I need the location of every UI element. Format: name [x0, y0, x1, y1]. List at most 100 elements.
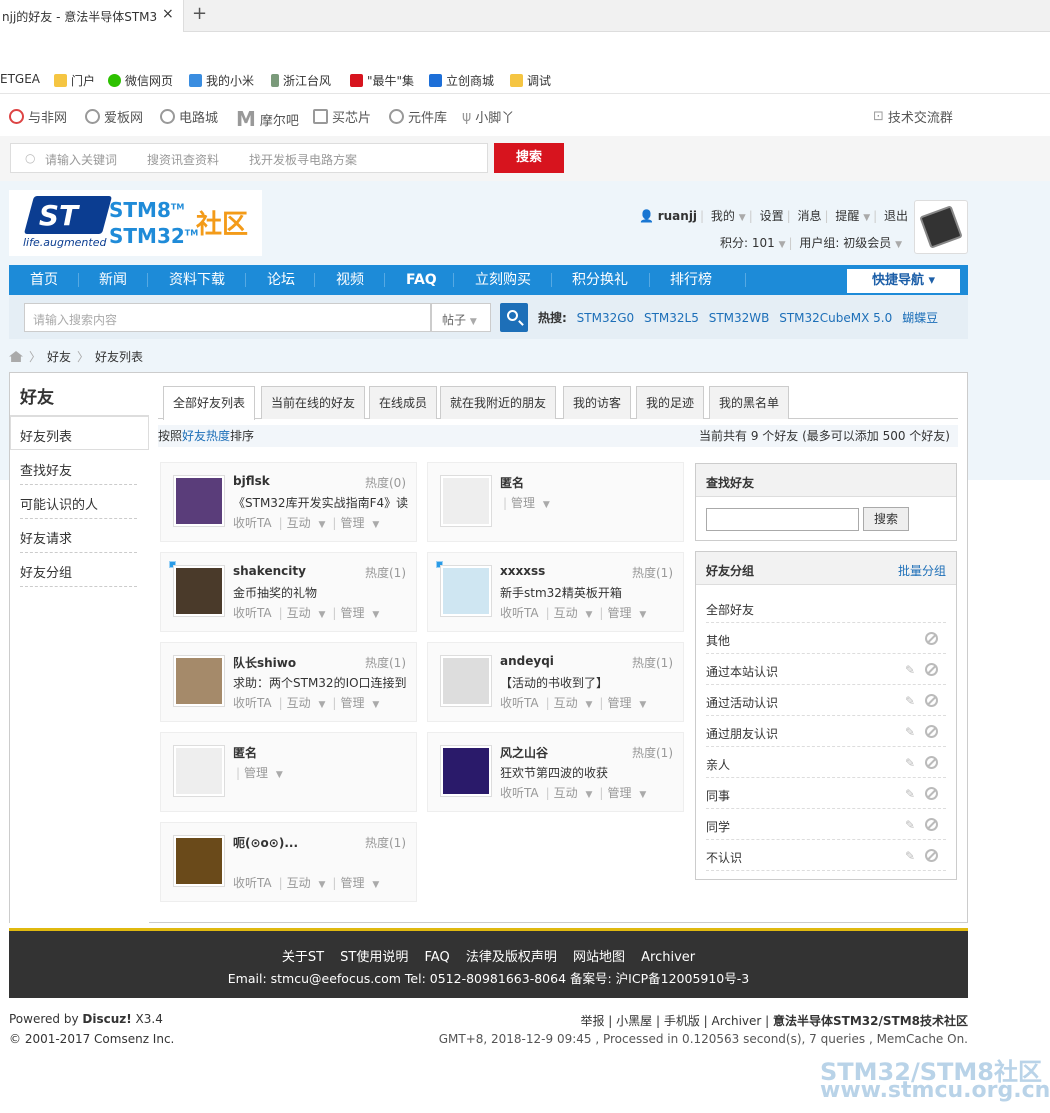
manage-menu[interactable]: 管理 [244, 766, 268, 780]
interact-menu[interactable]: 互动 [287, 876, 311, 890]
interact-menu[interactable]: 互动 [287, 696, 311, 710]
friend-name[interactable]: xxxxss [500, 564, 545, 578]
edit-icon[interactable]: ✎ [905, 756, 918, 770]
tab-online-members[interactable]: 在线成员 [369, 386, 438, 419]
friend-name[interactable]: 匿名 [233, 744, 257, 761]
nav-faq[interactable]: FAQ [406, 265, 437, 295]
ban-icon[interactable] [925, 725, 938, 738]
edit-icon[interactable]: ✎ [905, 725, 918, 739]
bookmark-item[interactable]: 我的小米 [189, 72, 254, 89]
side-find-friends[interactable]: 查找好友 [20, 451, 137, 485]
friend-name[interactable]: 匿名 [500, 474, 524, 491]
manage-menu[interactable]: 管理 [607, 786, 631, 800]
friend-avatar[interactable] [440, 655, 492, 707]
group-item[interactable]: 通过活动认识 ✎ [706, 685, 946, 716]
site-name-link[interactable]: 意法半导体STM32/STM8技术社区 [773, 1014, 968, 1028]
nav-ranking[interactable]: 排行榜 [670, 265, 712, 295]
hot-search-link[interactable]: STM32L5 [644, 311, 699, 325]
sitenav-item[interactable]: 买芯片 [313, 107, 371, 126]
edit-icon[interactable]: ✎ [905, 663, 918, 677]
bookmark-item[interactable]: 门户 [54, 72, 95, 89]
hot-search-link[interactable]: 蝴蝶豆 [902, 311, 938, 325]
friend-name[interactable]: shakencity [233, 564, 306, 578]
sitenav-item[interactable]: M 摩尔吧 [236, 107, 299, 131]
forum-search-input[interactable]: 请输入搜索内容 [24, 303, 431, 332]
username-link[interactable]: ruanjj [658, 209, 697, 223]
side-friend-groups[interactable]: 好友分组 [20, 553, 137, 587]
manage-menu[interactable]: 管理 [340, 696, 364, 710]
nav-buy[interactable]: 立刻购买 [475, 265, 531, 295]
nav-points-gift[interactable]: 积分换礼 [572, 265, 628, 295]
group-item[interactable]: 亲人 ✎ [706, 747, 946, 778]
points-menu[interactable]: 积分: 101 [720, 236, 775, 250]
footer-link[interactable]: 网站地图 [573, 950, 625, 965]
ban-icon[interactable] [925, 663, 938, 676]
find-friend-button[interactable]: 搜索 [863, 507, 909, 531]
search-button[interactable] [500, 303, 528, 332]
group-item[interactable]: 不认识 ✎ [706, 840, 946, 871]
friend-avatar[interactable] [173, 835, 225, 887]
follow-button[interactable]: 收听TA [500, 606, 539, 620]
sitenav-item[interactable]: 爱板网 [85, 107, 143, 126]
friend-avatar[interactable] [440, 745, 492, 797]
friend-status[interactable]: 金币抽奖的礼物 [233, 584, 409, 601]
find-friend-input[interactable] [706, 508, 859, 531]
logout-link[interactable]: 退出 [884, 209, 908, 223]
sitenav-item[interactable]: 电路城 [160, 107, 218, 126]
bookmark-item[interactable]: 浙江台风 [271, 72, 331, 89]
manage-menu[interactable]: 管理 [340, 606, 364, 620]
friend-avatar[interactable] [440, 475, 492, 527]
follow-button[interactable]: 收听TA [500, 786, 539, 800]
browser-tab[interactable]: njj的好友 - 意法半导体STM3 × [0, 0, 184, 32]
interact-menu[interactable]: 互动 [287, 516, 311, 530]
breadcrumb-friend-list[interactable]: 好友列表 [95, 348, 143, 365]
group-item[interactable]: 通过本站认识 ✎ [706, 654, 946, 685]
user-avatar[interactable] [914, 200, 968, 254]
group-item[interactable]: 通过朋友认识 ✎ [706, 716, 946, 747]
edit-icon[interactable]: ✎ [905, 787, 918, 801]
site-logo[interactable]: ST life.augmented STM8TM STM32TM 社区 [9, 190, 262, 256]
friend-name[interactable]: 队长shiwo [233, 654, 296, 671]
follow-button[interactable]: 收听TA [233, 696, 272, 710]
tab-nearby[interactable]: 就在我附近的朋友 [440, 386, 557, 419]
hot-search-link[interactable]: STM32G0 [577, 311, 635, 325]
interact-menu[interactable]: 互动 [287, 606, 311, 620]
portal-search-button[interactable]: 搜索 [494, 143, 564, 173]
follow-button[interactable]: 收听TA [500, 696, 539, 710]
friend-name[interactable]: 呃(⊙o⊙)... [233, 834, 298, 851]
breadcrumb-friends[interactable]: 好友 [47, 348, 71, 365]
messages-link[interactable]: 消息 [797, 209, 821, 223]
friend-avatar[interactable] [173, 655, 225, 707]
friend-avatar[interactable] [173, 565, 225, 617]
edit-icon[interactable]: ✎ [905, 849, 918, 863]
footer-link[interactable]: FAQ [425, 950, 450, 965]
close-icon[interactable]: × [162, 6, 174, 22]
home-icon[interactable] [9, 351, 23, 362]
friend-avatar[interactable] [173, 745, 225, 797]
tab-footprints[interactable]: 我的足迹 [636, 386, 705, 419]
new-tab-icon[interactable]: + [192, 3, 207, 24]
reminders-menu[interactable]: 提醒 [835, 209, 859, 223]
sitenav-item[interactable]: ψ 小脚丫 [462, 107, 514, 127]
tab-blacklist[interactable]: 我的黑名单 [709, 386, 790, 419]
ban-icon[interactable] [925, 756, 938, 769]
sort-key-link[interactable]: 好友热度 [182, 429, 230, 443]
group-item[interactable]: 其他 [706, 623, 946, 654]
friend-avatar[interactable] [440, 565, 492, 617]
my-menu[interactable]: 我的 [711, 209, 735, 223]
quick-nav-button[interactable]: 快捷导航 ▾ [847, 269, 960, 293]
nav-forum[interactable]: 论坛 [267, 265, 295, 295]
group-item[interactable]: 同学 ✎ [706, 809, 946, 840]
interact-menu[interactable]: 互动 [554, 696, 578, 710]
friend-status[interactable]: 狂欢节第四波的收获 [500, 764, 676, 781]
usergroup-menu[interactable]: 用户组: 初级会员 [799, 236, 891, 250]
side-friend-requests[interactable]: 好友请求 [20, 519, 137, 553]
settings-link[interactable]: 设置 [760, 209, 784, 223]
friend-avatar[interactable] [173, 475, 225, 527]
portal-search-input[interactable]: ○ 请输入关键词 搜资讯查资料 找开发板寻电路方案 [10, 143, 488, 173]
batch-group-link[interactable]: 批量分组 [898, 562, 946, 579]
tech-group-link[interactable]: ⊡ 技术交流群 [873, 107, 953, 126]
follow-button[interactable]: 收听TA [233, 876, 272, 890]
follow-button[interactable]: 收听TA [233, 606, 272, 620]
manage-menu[interactable]: 管理 [511, 496, 535, 510]
